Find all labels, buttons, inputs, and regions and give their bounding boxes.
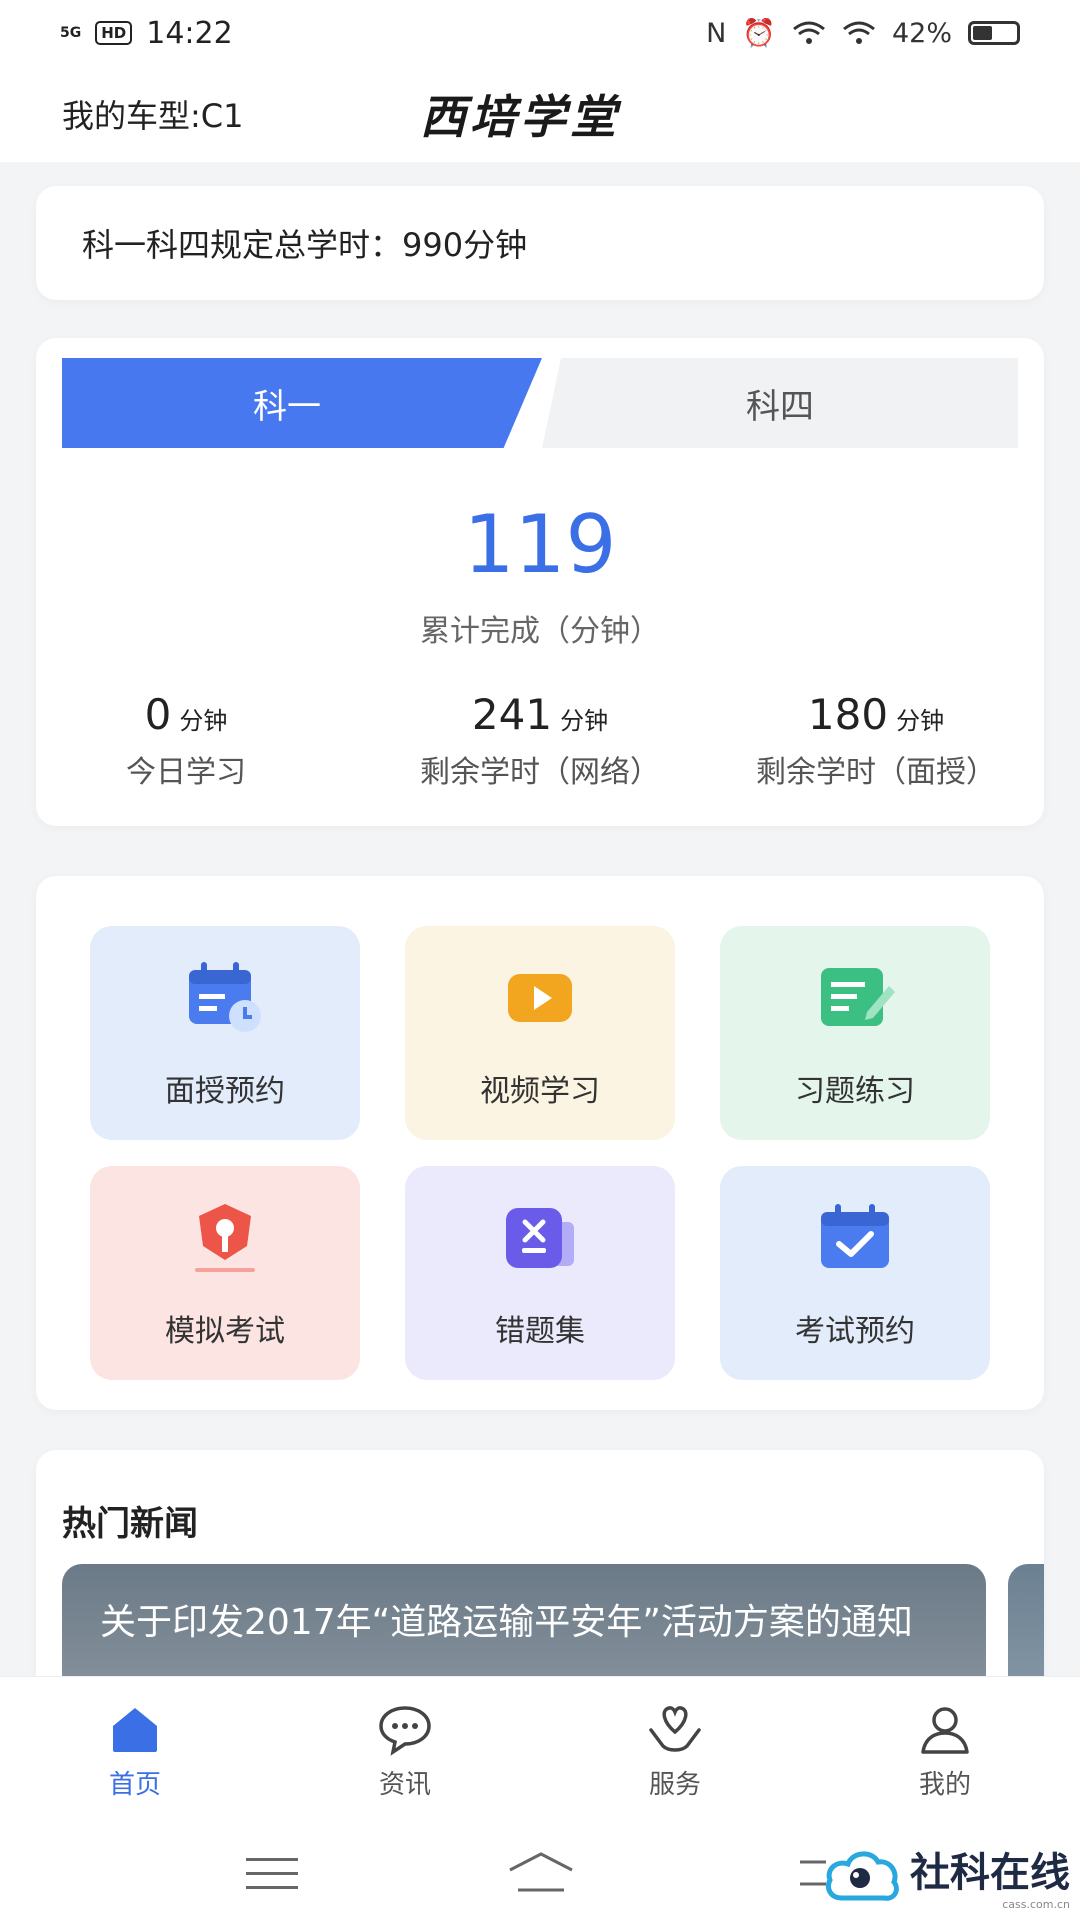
feature-exam-booking[interactable]: 考试预约 xyxy=(720,1166,990,1380)
remaining-online-stat: 241 分钟 剩余学时（网络） xyxy=(390,690,690,791)
wifi-icon xyxy=(793,21,825,44)
watermark: 社科在线 cass.com.cn xyxy=(822,1840,1070,1911)
completed-minutes: 119 xyxy=(463,498,617,591)
stat-unit: 分钟 xyxy=(179,707,228,735)
tab-home[interactable]: 首页 xyxy=(0,1677,270,1826)
total-hours-text: 科一科四规定总学时：990分钟 xyxy=(82,226,528,264)
total-hours-card: 科一科四规定总学时：990分钟 xyxy=(36,186,1044,300)
feature-label: 模拟考试 xyxy=(165,1314,285,1349)
exam-badge-icon xyxy=(195,1204,255,1272)
stat-label: 剩余学时（面授） xyxy=(756,755,996,790)
feature-video-study[interactable]: 视频学习 xyxy=(405,926,675,1140)
feature-offline-booking[interactable]: 面授预约 xyxy=(90,926,360,1140)
feature-grid: 面授预约 视频学习 习题练习 模拟考试 错题集 考试预约 xyxy=(36,876,1044,1410)
video-play-icon xyxy=(508,974,572,1022)
tab-label: 首页 xyxy=(108,1770,161,1800)
study-stats-card: 科一 科四 119 累计完成（分钟） 0 分钟 今日学习 241 分钟 剩余学时（网… xyxy=(36,338,1044,826)
feature-exercise[interactable]: 习题练习 xyxy=(720,926,990,1140)
stat-label: 剩余学时（网络） xyxy=(420,755,660,790)
calendar-check-icon xyxy=(821,1204,889,1268)
cloud-logo-icon xyxy=(826,1851,899,1901)
today-study-stat: 0 分钟 今日学习 xyxy=(36,690,336,791)
subject-tabs: 科一 科四 xyxy=(62,358,1018,448)
wrong-set-icon xyxy=(506,1208,574,1268)
battery-percent: 42% xyxy=(891,17,952,49)
status-time: 14:22 xyxy=(146,15,233,51)
section-title: 热门新闻 xyxy=(62,1504,198,1544)
news-headline: 关于印发2017年“道路运输平安年”活动方案的通知 xyxy=(100,1602,913,1643)
hd-badge: HD xyxy=(95,21,133,45)
battery-icon xyxy=(968,21,1020,45)
stat-value: 241 xyxy=(471,690,553,739)
feature-mock-exam[interactable]: 模拟考试 xyxy=(90,1166,360,1380)
tab-label: 资讯 xyxy=(378,1770,431,1800)
bottom-tab-bar: 首页 资讯 服务 我的 xyxy=(0,1676,1080,1826)
car-type-selector[interactable]: 我的车型:C1 xyxy=(62,91,244,137)
tab-news[interactable]: 资讯 xyxy=(270,1677,540,1826)
signal-icon: 5G xyxy=(60,25,82,41)
tab-label: 服务 xyxy=(648,1770,701,1800)
watermark-text: 社科在线 xyxy=(910,1849,1070,1896)
feature-label: 视频学习 xyxy=(480,1074,600,1109)
tab-label: 我的 xyxy=(918,1770,971,1800)
home-icon xyxy=(113,1708,157,1752)
stat-unit: 分钟 xyxy=(896,707,945,735)
feature-label: 习题练习 xyxy=(795,1074,915,1109)
brand-title: 西培学堂 xyxy=(420,90,620,144)
feature-wrong-questions[interactable]: 错题集 xyxy=(405,1166,675,1380)
stat-value: 0 xyxy=(144,690,172,739)
tab-subject-four[interactable]: 科四 xyxy=(542,358,1018,448)
heart-hand-icon xyxy=(649,1706,701,1752)
nfc-icon: Ν xyxy=(706,17,727,49)
app-header: 我的车型:C1 西培学堂 xyxy=(0,66,1080,162)
tab-mine[interactable]: 我的 xyxy=(810,1677,1080,1826)
remaining-offline-stat: 180 分钟 剩余学时（面授） xyxy=(726,690,1026,791)
tab-service[interactable]: 服务 xyxy=(540,1677,810,1826)
alarm-icon: ⏰ xyxy=(742,18,776,49)
menu-icon[interactable] xyxy=(246,1856,298,1892)
feature-label: 面授预约 xyxy=(165,1074,285,1109)
wifi-icon-2 xyxy=(843,21,875,44)
status-bar: 5G HD 14:22 Ν ⏰ 42% xyxy=(0,0,1080,66)
completed-label: 累计完成（分钟） xyxy=(420,614,660,649)
watermark-sub: cass.com.cn xyxy=(1002,1898,1070,1911)
calendar-clock-icon xyxy=(189,962,261,1032)
feature-label: 错题集 xyxy=(495,1314,585,1349)
chat-icon xyxy=(379,1706,431,1756)
feature-label: 考试预约 xyxy=(795,1314,915,1349)
user-icon xyxy=(921,1707,969,1754)
stat-value: 180 xyxy=(807,690,889,739)
stat-label: 今日学习 xyxy=(126,755,246,790)
stat-unit: 分钟 xyxy=(560,707,609,735)
edit-note-icon xyxy=(821,968,895,1026)
tab-subject-one[interactable]: 科一 xyxy=(62,358,542,448)
home-nav-icon[interactable] xyxy=(506,1850,576,1894)
